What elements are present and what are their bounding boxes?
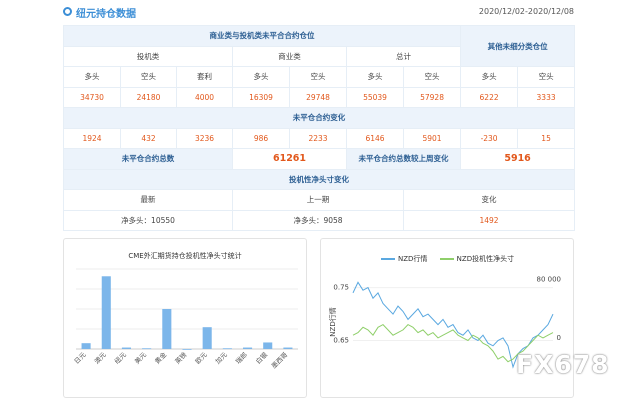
table-row: 1924 432 3236 986 2233 6146 5901 -230 15	[63, 127, 576, 149]
date-range: 2020/12/02-2020/12/08	[478, 7, 574, 16]
bar[interactable]	[81, 343, 91, 349]
table-row: 未平仓合约总数 61261 未平仓合约总数较上周变化 5916	[63, 148, 576, 170]
group-total: 总计	[345, 45, 462, 67]
bar[interactable]	[243, 347, 253, 349]
net-latest: 净多头：10550	[63, 209, 233, 231]
y2-tick-label: 0	[557, 334, 561, 342]
col-header: 空头	[402, 66, 462, 88]
oi-change-label: 未平仓合约总数较上周变化	[345, 148, 462, 170]
x-tick-label: 瑞郎	[233, 350, 249, 366]
bar[interactable]	[182, 349, 192, 350]
table-cell: 16309	[232, 86, 290, 108]
table-cell: 29748	[289, 86, 347, 108]
table-cell: 432	[120, 127, 177, 149]
group-commercial: 商业类	[232, 45, 347, 67]
table-cell: 15	[517, 127, 576, 149]
bar-chart-panel: CME外汇期货持仓投机性净头寸统计 日元 澳元 纽元 美元 黄金 英镑 欧元 加元 瑞郎 白银 墨西…	[63, 238, 307, 398]
table-cell: 5901	[402, 127, 462, 149]
net-change: 1492	[402, 209, 576, 231]
bar-chart: 日元 澳元 纽元 美元 黄金 英镑 欧元 加元 瑞郎 白银 墨西哥	[73, 268, 298, 370]
x-tick-label: 黄金	[153, 350, 169, 366]
group-speculative: 投机类	[63, 45, 233, 67]
x-tick-label: 日元	[73, 350, 88, 365]
table-title-other: 其他未细分类仓位	[460, 25, 576, 67]
col-header: 多头	[63, 66, 121, 88]
table-cell: 6146	[346, 127, 404, 149]
col-header: 多头	[232, 66, 290, 88]
table-cell: 34730	[63, 86, 121, 108]
y2-tick-label: 80 000	[537, 276, 562, 284]
x-tick-label: 纽元	[112, 350, 128, 366]
x-tick-label: 英镑	[173, 350, 189, 366]
y-tick-label: 0.65	[333, 337, 349, 345]
net-header-latest: 最新	[63, 189, 233, 211]
table-cell: 6222	[460, 86, 519, 108]
circle-icon	[63, 7, 72, 16]
change-title: 未平仓合约变化	[62, 107, 576, 129]
net-previous: 净多头：9058	[232, 209, 404, 231]
table-cell: 986	[232, 127, 290, 149]
table-cell: 4000	[176, 86, 233, 108]
x-tick-label: 美元	[132, 350, 148, 366]
x-tick-label: 白银	[254, 350, 270, 366]
y-axis-label: NZD行情	[328, 307, 337, 336]
col-header: 多头	[346, 66, 404, 88]
bar[interactable]	[121, 347, 131, 349]
table-cell: -230	[460, 127, 519, 149]
table-cell: 3333	[517, 86, 576, 108]
x-tick-label: 加元	[213, 350, 229, 366]
table-cell: 55039	[346, 86, 404, 108]
net-title: 投机性净头寸变化	[62, 168, 576, 190]
watermark-logo: FX678	[516, 350, 610, 379]
col-header: 套利	[176, 66, 233, 88]
page-title: 纽元持仓数据	[76, 9, 136, 20]
col-header: 空头	[289, 66, 347, 88]
table-title: 商业类与投机类未平合合约仓位	[62, 25, 462, 47]
col-header: 多头	[460, 66, 519, 88]
bar[interactable]	[101, 276, 111, 349]
net-header-previous: 上一期	[232, 189, 404, 211]
oi-total-value: 61261	[232, 148, 347, 170]
x-tick-label: 澳元	[92, 350, 108, 366]
bar[interactable]	[202, 327, 212, 349]
table-cell: 24180	[120, 86, 177, 108]
x-tick-label: 欧元	[193, 350, 209, 366]
bar[interactable]	[283, 347, 293, 349]
y-tick-label: 0.75	[333, 284, 349, 292]
col-header: 空头	[120, 66, 177, 88]
bar[interactable]	[162, 309, 172, 349]
table-cell: 2233	[289, 127, 347, 149]
bar[interactable]	[263, 342, 273, 349]
bar[interactable]	[222, 348, 232, 350]
table-row: 净多头：10550 净多头：9058 1492	[63, 209, 576, 231]
table-cell: 3236	[176, 127, 233, 149]
table-cell: 1924	[63, 127, 121, 149]
oi-total-label: 未平仓合约总数	[63, 148, 233, 170]
net-header-change: 变化	[402, 189, 576, 211]
oi-change-value: 5916	[460, 148, 576, 170]
x-tick-label: 墨西哥	[270, 350, 290, 370]
table-cell: 57928	[402, 86, 462, 108]
bar[interactable]	[142, 348, 152, 350]
positions-table: 商业类与投机类未平合合约仓位 其他未细分类仓位 投机类 商业类 总计 多头 空头…	[62, 25, 576, 231]
col-header: 空头	[517, 66, 576, 88]
table-row: 34730 24180 4000 16309 29748 55039 57928…	[63, 86, 576, 108]
page-header: 纽元持仓数据 2020/12/02-2020/12/08	[0, 0, 640, 26]
